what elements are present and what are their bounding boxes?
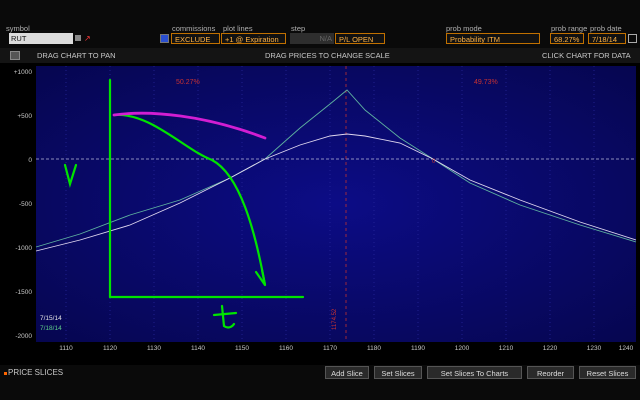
x-axis: 1110 1120 1130 1140 1150 1160 1170 1180 … xyxy=(59,345,633,352)
header-panel: symbol RUT ↗ commissions EXCLUDE plot li… xyxy=(0,0,640,48)
y-tick: +500 xyxy=(17,113,32,120)
expand-icon[interactable] xyxy=(4,372,7,375)
symbol-dropdown-icon[interactable] xyxy=(75,35,81,41)
x-tick: 1210 xyxy=(499,345,514,352)
step-input[interactable]: N/A xyxy=(290,33,334,44)
x-tick: 1230 xyxy=(587,345,602,352)
x-tick: 1130 xyxy=(147,345,161,352)
y-tick: 0 xyxy=(28,157,32,164)
step-label: step xyxy=(291,24,306,33)
prob-date-label: prob date xyxy=(590,24,622,33)
x-tick: 1240 xyxy=(619,345,634,352)
y-tick: -1500 xyxy=(15,289,32,296)
risk-profile-chart[interactable]: 1174.52 50.27% 49.73% 0 +1000 +500 0 -50… xyxy=(0,63,640,365)
pl-mode-dropdown[interactable]: P/L OPEN xyxy=(335,33,385,44)
price-slices-label: PRICE SLICES xyxy=(8,368,64,377)
color-grid-icon[interactable] xyxy=(160,34,169,43)
price-slices-title: PRICE SLICES xyxy=(4,368,63,377)
prob-mode-dropdown[interactable]: Probability ITM xyxy=(446,33,540,44)
commissions-label: commissions xyxy=(172,24,216,33)
x-tick: 1160 xyxy=(279,345,293,352)
set-slices-to-charts-button[interactable]: Set Slices To Charts xyxy=(427,366,522,379)
symbol-link-icon[interactable]: ↗ xyxy=(84,34,91,43)
plot-lines-dropdown[interactable]: +1 @ Expiration xyxy=(221,33,286,44)
price-slices-panel: PRICE SLICES Add Slice Set Slices Set Sl… xyxy=(0,365,640,400)
x-tick: 1120 xyxy=(103,345,117,352)
x-tick: 1200 xyxy=(455,345,470,352)
symbol-input[interactable]: RUT xyxy=(9,33,73,44)
date-legend-current: 7/15/14 xyxy=(40,315,62,322)
prob-left-label: 50.27% xyxy=(176,79,200,86)
x-tick: 1150 xyxy=(235,345,249,352)
add-slice-button[interactable]: Add Slice xyxy=(325,366,369,379)
y-axis: +1000 +500 0 -500 -1000 -1500 -2000 xyxy=(14,69,33,340)
x-tick: 1220 xyxy=(543,345,558,352)
symbol-label: symbol xyxy=(6,24,30,33)
price-marker-label: 1174.52 xyxy=(332,308,338,330)
reset-slices-button[interactable]: Reset Slices xyxy=(579,366,636,379)
plot-area[interactable] xyxy=(36,66,636,342)
x-tick: 1110 xyxy=(59,345,73,352)
x-tick: 1180 xyxy=(367,345,381,352)
x-tick: 1170 xyxy=(323,345,337,352)
y-tick: +1000 xyxy=(14,69,33,76)
x-tick: 1190 xyxy=(411,345,425,352)
y-tick: -1000 xyxy=(15,245,32,252)
prob-range-label: prob range xyxy=(551,24,588,33)
drag-scale-hint: DRAG PRICES TO CHANGE SCALE xyxy=(265,51,390,60)
chart-settings-icon[interactable] xyxy=(10,51,20,60)
chart-svg[interactable]: 1174.52 50.27% 49.73% 0 +1000 +500 0 -50… xyxy=(0,63,640,365)
reorder-button[interactable]: Reorder xyxy=(527,366,574,379)
y-tick: -2000 xyxy=(15,333,32,340)
drag-pan-hint: DRAG CHART TO PAN xyxy=(37,51,116,60)
chart-toolbar: DRAG CHART TO PAN DRAG PRICES TO CHANGE … xyxy=(0,48,640,63)
commissions-dropdown[interactable]: EXCLUDE xyxy=(171,33,220,44)
x-tick: 1140 xyxy=(191,345,205,352)
set-slices-button[interactable]: Set Slices xyxy=(374,366,422,379)
click-data-hint: CLICK CHART FOR DATA xyxy=(542,51,631,60)
plot-lines-label: plot lines xyxy=(223,24,253,33)
y-tick: -500 xyxy=(19,201,32,208)
prob-date-dropdown[interactable]: 7/18/14 xyxy=(588,33,626,44)
calendar-icon[interactable] xyxy=(628,34,637,43)
date-legend-expiration: 7/18/14 xyxy=(40,325,62,332)
prob-mode-label: prob mode xyxy=(446,24,482,33)
prob-right-label: 49.73% xyxy=(474,79,498,86)
prob-range-dropdown[interactable]: 68.27% xyxy=(550,33,584,44)
